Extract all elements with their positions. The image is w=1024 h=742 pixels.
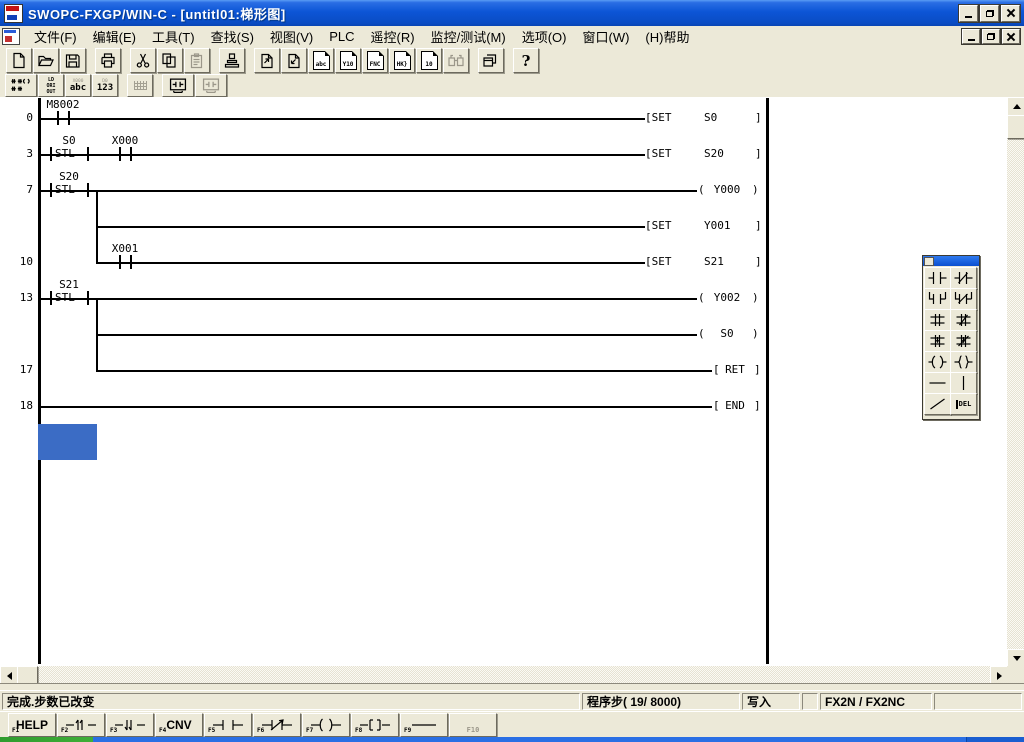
palette-function-instruction[interactable] bbox=[950, 351, 977, 373]
read-conversion-icon[interactable] bbox=[254, 48, 280, 73]
instruction-view-icon[interactable]: LDORIOUT bbox=[38, 74, 64, 97]
monitor-stop-icon bbox=[195, 74, 227, 97]
fkey-parallel-open[interactable]: F2 bbox=[57, 713, 105, 737]
menu-monitor-test[interactable]: 监控/测试(M) bbox=[423, 25, 514, 48]
fkey-closed-contact[interactable]: F6 bbox=[253, 713, 301, 737]
fkey-coil[interactable]: F7 bbox=[302, 713, 350, 737]
palette-horizontal-line[interactable] bbox=[924, 372, 951, 394]
vertical-scroll-thumb[interactable] bbox=[1007, 115, 1024, 139]
mdi-close-icon[interactable] bbox=[1002, 29, 1020, 44]
tool-palette-system-icon[interactable] bbox=[924, 257, 934, 266]
program-check-icon[interactable] bbox=[219, 48, 245, 73]
fkey-parallel-closed[interactable]: F3 bbox=[106, 713, 154, 737]
palette-delete[interactable]: DEL bbox=[950, 393, 977, 415]
coil-doc-icon[interactable]: HK} bbox=[389, 48, 415, 73]
fkey-instruction[interactable]: F8 bbox=[351, 713, 399, 737]
application-window: SWOPC-FXGP/WIN-C - [untitl01:梯形图] 文件(F)编… bbox=[0, 0, 1024, 742]
program-step-indicator: 程序步( 19/ 8000) bbox=[582, 693, 740, 710]
palette-vertical-line[interactable] bbox=[950, 372, 977, 394]
register-view-icon[interactable]: D0123 bbox=[92, 74, 118, 97]
taskbar-sliver[interactable] bbox=[0, 737, 1024, 742]
toolbar-view: LDORIOUTX000abcD0123 bbox=[0, 74, 1024, 98]
menu-tools[interactable]: 工具(T) bbox=[144, 25, 203, 48]
ladder-editor-canvas[interactable] bbox=[0, 97, 1007, 666]
menu-bar: 文件(F)编辑(E)工具(T)查找(S)视图(V)PLC遥控(R)监控/测试(M… bbox=[0, 26, 1024, 48]
help-icon[interactable]: ? bbox=[513, 48, 539, 73]
status-message: 完成.步数已改变 bbox=[2, 693, 580, 710]
device-doc-icon[interactable]: Y10 bbox=[335, 48, 361, 73]
palette-or-open-contact[interactable] bbox=[924, 288, 951, 310]
taskbar-tray-sliver bbox=[966, 737, 1024, 742]
title-bar: SWOPC-FXGP/WIN-C - [untitl01:梯形图] bbox=[0, 0, 1024, 26]
open-file-icon[interactable] bbox=[33, 48, 59, 73]
menu-plc[interactable]: PLC bbox=[321, 27, 362, 46]
mdi-restore-icon[interactable] bbox=[982, 29, 1000, 44]
scrollbar-corner bbox=[1007, 666, 1024, 683]
menu-edit[interactable]: 编辑(E) bbox=[85, 25, 144, 48]
window-controls bbox=[959, 5, 1024, 22]
palette-output-coil[interactable] bbox=[924, 351, 951, 373]
mdi-window-controls bbox=[962, 29, 1024, 44]
menu-window[interactable]: 窗口(W) bbox=[574, 25, 637, 48]
toolbar-standard: abcY10FNCHK}10? bbox=[0, 47, 1024, 75]
write-conversion-icon[interactable] bbox=[281, 48, 307, 73]
menu-remote[interactable]: 遥控(R) bbox=[363, 25, 423, 48]
app-icon[interactable] bbox=[4, 4, 23, 23]
window-title: SWOPC-FXGP/WIN-C - [untitl01:梯形图] bbox=[28, 4, 286, 23]
menu-find[interactable]: 查找(S) bbox=[203, 25, 262, 48]
menu-view[interactable]: 视图(V) bbox=[262, 25, 321, 48]
status-spacer bbox=[802, 693, 818, 710]
menu-help[interactable]: (H)帮助 bbox=[637, 25, 697, 48]
minimize-icon[interactable] bbox=[959, 5, 978, 22]
palette-diagonal-line[interactable] bbox=[924, 393, 951, 415]
palette-parallel-pulse-open-contact[interactable] bbox=[924, 330, 951, 352]
save-file-icon[interactable] bbox=[60, 48, 86, 73]
document-icon[interactable] bbox=[2, 28, 20, 45]
fkey-f10: F10 bbox=[449, 713, 497, 737]
cut-icon[interactable] bbox=[130, 48, 156, 73]
print-icon[interactable] bbox=[95, 48, 121, 73]
tool-palette-window: DEL bbox=[922, 255, 980, 420]
tool-palette-titlebar[interactable] bbox=[923, 256, 979, 266]
fkey-convert[interactable]: F4CNV bbox=[155, 713, 203, 737]
vertical-scrollbar[interactable] bbox=[1007, 97, 1024, 666]
monitor-start-icon[interactable] bbox=[162, 74, 194, 97]
write-mode-indicator: 写入 bbox=[742, 693, 800, 710]
palette-open-contact[interactable] bbox=[924, 267, 951, 289]
function-doc-icon[interactable]: FNC bbox=[362, 48, 388, 73]
palette-parallel-open-contact[interactable] bbox=[924, 309, 951, 331]
step-doc-icon[interactable]: 10 bbox=[416, 48, 442, 73]
function-key-bar: F1HELPF2F3F4CNVF5F6F7F8F9F10 bbox=[0, 711, 1024, 737]
start-button-sliver[interactable] bbox=[0, 737, 93, 742]
palette-parallel-pulse-closed-contact[interactable] bbox=[950, 330, 977, 352]
plc-type-indicator: FX2N / FX2NC bbox=[820, 693, 932, 710]
menu-options[interactable]: 选项(O) bbox=[514, 25, 575, 48]
ladder-view-icon[interactable] bbox=[5, 74, 37, 97]
restore-icon[interactable] bbox=[980, 5, 999, 22]
contact-grid-icon bbox=[127, 74, 153, 97]
menu-items: 文件(F)编辑(E)工具(T)查找(S)视图(V)PLC遥控(R)监控/测试(M… bbox=[26, 26, 697, 47]
palette-or-closed-contact[interactable] bbox=[950, 288, 977, 310]
horizontal-scrollbar[interactable] bbox=[0, 666, 1007, 683]
menu-file[interactable]: 文件(F) bbox=[26, 25, 85, 48]
tool-palette-grid: DEL bbox=[923, 266, 979, 415]
new-file-icon[interactable] bbox=[6, 48, 32, 73]
paste-icon bbox=[184, 48, 210, 73]
palette-parallel-closed-contact[interactable] bbox=[950, 309, 977, 331]
close-icon[interactable] bbox=[1001, 5, 1020, 22]
comment-doc-icon[interactable]: abc bbox=[308, 48, 334, 73]
mdi-minimize-icon[interactable] bbox=[962, 29, 980, 44]
fkey-line[interactable]: F9 bbox=[400, 713, 448, 737]
status-empty bbox=[934, 693, 1022, 710]
comment-view-icon[interactable]: X000abc bbox=[65, 74, 91, 97]
palette-closed-contact[interactable] bbox=[950, 267, 977, 289]
fkey-help[interactable]: F1HELP bbox=[8, 713, 56, 737]
fkey-open-contact[interactable]: F5 bbox=[204, 713, 252, 737]
scroll-up-icon[interactable] bbox=[1007, 97, 1024, 116]
window-cascade-icon[interactable] bbox=[478, 48, 504, 73]
copy-icon[interactable] bbox=[157, 48, 183, 73]
status-bar: 完成.步数已改变 程序步( 19/ 8000) 写入 FX2N / FX2NC bbox=[0, 690, 1024, 712]
find-icon bbox=[443, 48, 469, 73]
